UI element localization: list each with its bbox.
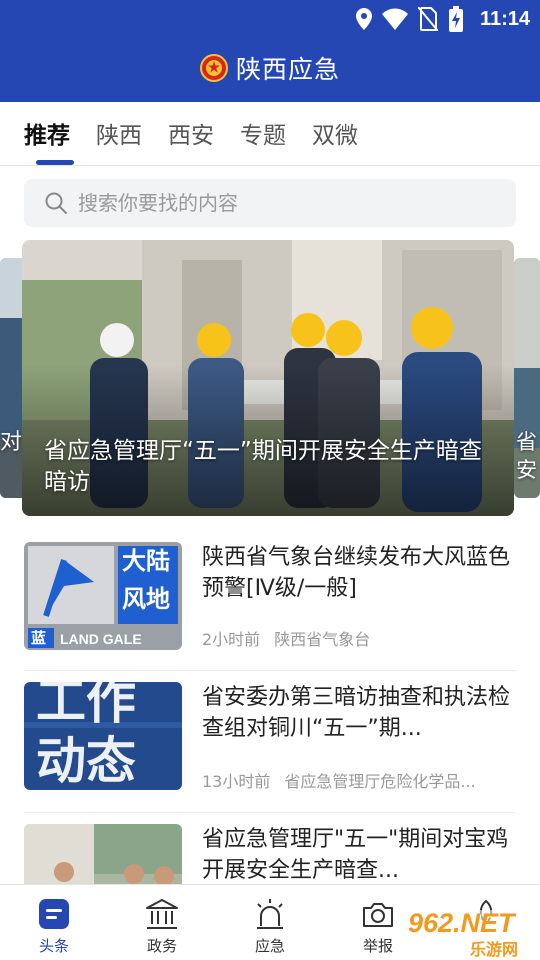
search-input[interactable] [78, 191, 498, 215]
banner-carousel[interactable]: 对 省应急管理厅“五一”期间开展安全生产暗查暗访 省安 [0, 240, 540, 516]
nav-item-government[interactable]: 政务 [108, 885, 216, 960]
divider [24, 670, 516, 671]
wifi-icon [381, 8, 408, 30]
news-time: 13小时前 [202, 772, 271, 791]
slide-next-caption: 省安 [516, 430, 537, 482]
site-watermark: 962.NET 乐游网 [400, 906, 538, 960]
news-title: 省安委办第三暗访抽查和执法检查组对铜川“五一”期... [202, 685, 511, 741]
news-source: 陕西省气象台 [274, 630, 371, 649]
active-tab-indicator [36, 160, 74, 165]
news-item[interactable]: 大陆 风地 蓝 LAND GALE 陕西省气象台继续发布大风蓝色预警[Ⅳ级/一般… [24, 542, 516, 652]
news-thumbnail: 大陆 风地 蓝 LAND GALE [24, 542, 182, 650]
nav-label: 政务 [146, 937, 177, 955]
news-title: 陕西省气象台继续发布大风蓝色预警[Ⅳ级/一般] [202, 545, 511, 601]
watermark-text: 962.NET [408, 908, 515, 938]
carousel-slide-next[interactable]: 省安 [514, 258, 540, 498]
nav-label: 头条 [38, 937, 69, 955]
news-thumbnail: 工作 动态 [24, 682, 182, 790]
tab-special-topics[interactable]: 专题 [240, 116, 286, 150]
news-meta: 2小时前 陕西省气象台 [202, 626, 384, 650]
nav-label: 应急 [254, 937, 285, 955]
national-emblem-icon [199, 54, 228, 82]
thumb-caption: LAND GALE [60, 631, 142, 647]
tab-shaanxi[interactable]: 陕西 [96, 116, 142, 150]
header-title-area: 陕西应急 [0, 46, 540, 90]
camera-icon [363, 903, 393, 927]
tab-xian[interactable]: 西安 [168, 116, 214, 150]
watermark-subtext: 乐游网 [470, 940, 519, 959]
tab-recommend[interactable]: 推荐 [24, 116, 70, 150]
nav-label: 举报 [362, 937, 393, 955]
category-tabs: 推荐 陕西 西安 专题 双微 [0, 102, 540, 166]
news-meta: 13小时前 省应急管理厅危险化学品... [202, 768, 490, 792]
nav-item-headlines[interactable]: 头条 [0, 885, 108, 960]
location-icon [355, 8, 372, 30]
status-bar: 11:14 [0, 0, 540, 38]
news-item[interactable]: 省应急管理厅"五一"期间对宝鸡开展安全生产暗查... [24, 824, 516, 884]
nav-item-emergency[interactable]: 应急 [216, 885, 324, 960]
no-sim-icon [417, 7, 438, 31]
search-bar[interactable] [24, 179, 516, 227]
thumb-badge: 蓝 [31, 629, 47, 647]
news-item[interactable]: 工作 动态 省安委办第三暗访抽查和执法检查组对铜川“五一”期... 13小时前省… [24, 682, 516, 794]
tab-social-media[interactable]: 双微 [312, 116, 358, 150]
thumb-text-line1: 大陆 [122, 547, 170, 575]
news-source: 省应急管理厅危险化学品... [284, 772, 476, 791]
news-time: 2小时前 [202, 630, 261, 649]
divider [24, 812, 516, 813]
status-time: 11:14 [479, 7, 530, 30]
carousel-slide-current[interactable]: 省应急管理厅“五一”期间开展安全生产暗查暗访 [22, 240, 514, 516]
news-icon [39, 899, 69, 929]
battery-charging-icon [448, 6, 463, 32]
thumb-text-line1: 工作 [36, 682, 136, 730]
app-header: 11:14 陕西应急 [0, 0, 540, 102]
thumb-text-line2: 风地 [122, 585, 170, 613]
government-building-icon [146, 899, 178, 929]
news-thumbnail [24, 824, 182, 884]
page-title: 陕西应急 [235, 55, 340, 84]
thumb-text-line2: 动态 [36, 732, 136, 790]
slide-prev-caption: 对 [0, 430, 23, 455]
slide-main-caption: 省应急管理厅“五一”期间开展安全生产暗查暗访 [44, 438, 482, 495]
alarm-light-icon [257, 899, 283, 929]
news-title: 省应急管理厅"五一"期间对宝鸡开展安全生产暗查... [202, 827, 509, 883]
search-icon [45, 192, 67, 214]
